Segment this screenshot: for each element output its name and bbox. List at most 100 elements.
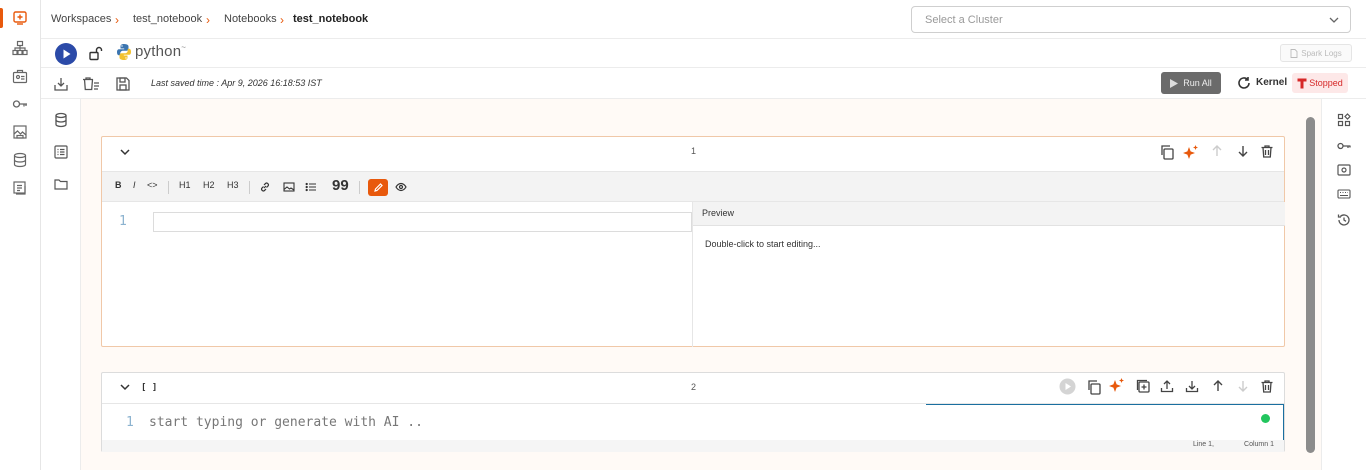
image-icon[interactable] [283,181,295,193]
line-number: 1 [119,214,127,229]
run-notebook-button[interactable] [55,43,77,65]
collapse-chevron-icon[interactable] [118,380,132,394]
breadcrumb-notebooks[interactable]: Notebooks [224,13,277,25]
h1-button[interactable]: H1 [179,180,191,190]
breadcrumb-workspace-name[interactable]: test_notebook [133,13,202,25]
last-saved-time: Last saved time : Apr 9, 2026 16:18:53 I… [151,78,322,88]
notebook-side-panel [41,99,81,470]
markdown-editor[interactable]: 1 [102,202,692,347]
history-icon[interactable] [1337,213,1351,227]
breadcrumb-separator-icon: › [115,13,119,27]
cluster-select-placeholder: Select a Cluster [925,14,1003,26]
code-button[interactable]: <> [147,180,158,190]
move-up-icon[interactable] [1211,379,1227,395]
clear-outputs-icon[interactable] [82,76,99,92]
notebook-cell-code[interactable]: [ ] 2 1 start typing or generate with AI… [101,372,1285,452]
table-of-contents-icon[interactable] [53,144,69,160]
spark-logs-label: Spark Logs [1301,48,1342,58]
copy-icon[interactable] [1086,379,1102,395]
toolbar-divider [359,181,360,194]
preview-hint[interactable]: Double-click to start editing... [705,239,821,249]
breadcrumb-separator-icon: › [206,13,210,27]
document-nav-icon[interactable] [10,178,30,198]
move-down-icon[interactable] [1236,144,1252,160]
breadcrumb-current-notebook: test_notebook [293,13,369,25]
notebook-toolbar: Last saved time : Apr 9, 2026 16:18:53 I… [41,68,1366,99]
delete-icon[interactable] [1260,144,1276,160]
editor-focus-outline [926,404,1284,442]
move-up-icon[interactable] [1210,144,1226,160]
editor-status-bar: Line 1, Column 1 [102,440,1284,452]
save-icon[interactable] [115,76,131,92]
top-header: Workspaces › test_notebook › Notebooks ›… [41,0,1366,39]
notebook-cell-markdown[interactable]: 1 B I <> H1 H2 H3 99 1 Preview Double-cl… [101,136,1285,347]
h2-button[interactable]: H2 [203,180,215,190]
add-cell-icon[interactable] [1136,379,1152,395]
ai-sparkle-icon[interactable] [1182,144,1198,160]
markdown-toolbar: B I <> H1 H2 H3 99 [102,171,1284,202]
preview-eye-icon[interactable] [395,182,407,192]
kernel-status-badge: Stopped [1292,73,1348,93]
briefcase-nav-icon[interactable] [10,66,30,86]
upload-icon[interactable] [1160,379,1176,395]
document-icon [1290,48,1298,58]
code-editor-placeholder[interactable]: start typing or generate with AI .. [149,415,423,430]
move-down-icon[interactable] [1236,379,1252,395]
bold-button[interactable]: B [115,180,122,190]
link-icon[interactable] [259,181,271,193]
edit-mode-button[interactable] [368,179,388,196]
copy-icon[interactable] [1159,144,1175,160]
cell-header: 1 [102,137,1284,167]
spark-logs-button[interactable]: Spark Logs [1280,44,1352,62]
run-cell-icon[interactable] [1059,378,1076,395]
breadcrumb-separator-icon: › [280,13,284,27]
database-nav-icon[interactable] [10,150,30,170]
active-indicator [0,8,3,28]
right-tool-panel [1321,99,1366,470]
preview-title: Preview [702,208,735,218]
key-nav-icon[interactable] [10,94,30,114]
key-icon[interactable] [1337,139,1351,153]
chevron-down-icon [1328,14,1340,26]
line-number: 1 [126,415,134,430]
ai-sparkle-icon[interactable] [1108,377,1124,393]
cluster-select[interactable]: Select a Cluster [911,6,1351,33]
settings-panel-icon[interactable] [1337,163,1351,177]
folder-icon[interactable] [53,176,69,192]
list-icon[interactable] [305,181,317,193]
database-icon[interactable] [53,112,69,128]
breadcrumb-workspaces[interactable]: Workspaces [51,13,111,25]
preview-header: Preview [693,202,1285,226]
markdown-preview-pane: Preview Double-click to start editing... [692,202,1285,347]
vertical-scrollbar[interactable] [1306,117,1315,453]
delete-icon[interactable] [1260,379,1276,395]
restart-kernel-icon[interactable] [1237,76,1251,90]
notebook-nav-icon[interactable] [10,8,30,28]
kernel-label: Kernel [1256,77,1288,88]
italic-button[interactable]: I [133,180,136,190]
kernel-status-text: Stopped [1309,78,1343,88]
cell-status-dot [1261,414,1270,423]
cursor-column: Column 1 [1244,441,1274,448]
toolbar-divider [249,181,250,194]
pencil-icon [373,182,384,193]
keyboard-icon[interactable] [1337,187,1351,201]
kernel-status-icon [1297,78,1307,89]
import-icon[interactable] [53,76,69,92]
cell-header: [ ] 2 [102,373,1284,403]
widgets-icon[interactable] [1337,113,1351,127]
quote-button[interactable]: 99 [332,177,349,194]
toolbar-divider [168,181,169,194]
gallery-nav-icon[interactable] [10,122,30,142]
execution-count: [ ] [141,383,158,393]
collapse-chevron-icon[interactable] [118,145,132,159]
download-icon[interactable] [1185,379,1201,395]
language-label[interactable]: python~ [135,43,186,60]
h3-button[interactable]: H3 [227,180,239,190]
hierarchy-nav-icon[interactable] [10,38,30,58]
code-editor[interactable]: 1 start typing or generate with AI .. [102,403,1284,442]
unlock-icon[interactable] [87,45,103,61]
run-all-button[interactable]: Run All [1161,72,1221,94]
editor-line[interactable] [153,212,692,232]
python-logo-icon [116,43,132,61]
